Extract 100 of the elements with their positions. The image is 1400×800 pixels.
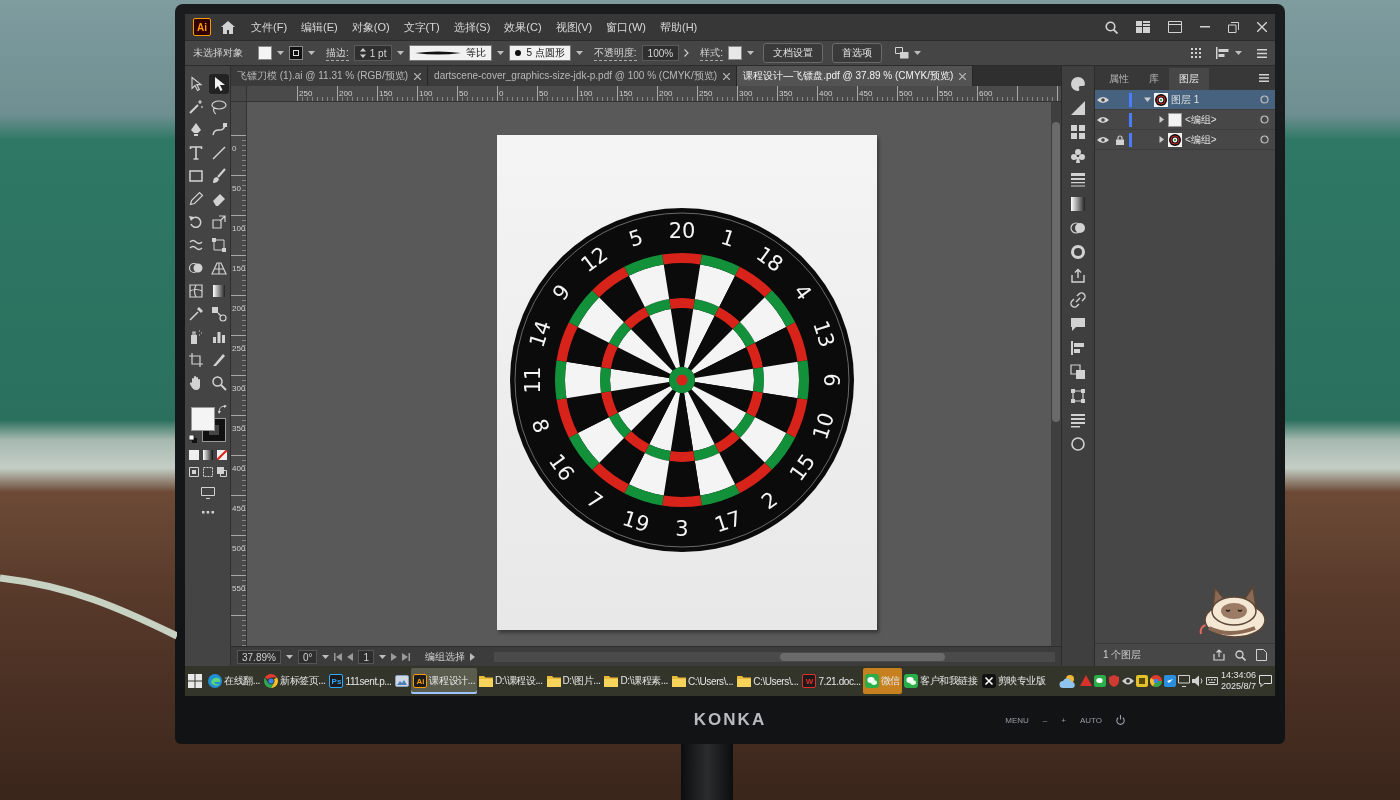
taskbar-button[interactable]: D:\图片... — [544, 668, 603, 694]
three-dots-icon[interactable] — [201, 511, 214, 514]
taskbar-button[interactable]: 客户和我链接 — [901, 668, 980, 694]
slice-icon[interactable] — [211, 352, 227, 368]
layer-row[interactable]: <编组> — [1095, 130, 1275, 150]
close-icon[interactable] — [723, 72, 731, 80]
stroke-lines-icon[interactable] — [1070, 172, 1086, 188]
caret-icon[interactable] — [1144, 96, 1151, 103]
square-in-square-icon[interactable] — [216, 467, 227, 477]
export-arrow-icon[interactable] — [1070, 268, 1086, 284]
previous-icon[interactable] — [347, 652, 354, 661]
keyboard-icon[interactable] — [1205, 675, 1218, 687]
caret-icon[interactable] — [1158, 136, 1165, 143]
mesh-icon[interactable] — [188, 283, 204, 299]
free-transform-icon[interactable] — [211, 237, 227, 253]
scrollbar-thumb[interactable] — [1052, 122, 1060, 422]
document-tab[interactable]: 课程设计—飞镖盘.pdf @ 37.89 % (CMYK/预览) — [737, 66, 974, 86]
default-colors-icon[interactable] — [188, 435, 197, 443]
perspective-grid-icon[interactable] — [211, 260, 227, 276]
home-icon[interactable] — [221, 20, 235, 34]
scale-icon[interactable] — [211, 214, 227, 230]
document-tab[interactable]: dartscene-cover_graphics-size-jdk-p.pdf @ 100 % (CMYK/预览) — [428, 66, 738, 86]
blend-icon[interactable] — [211, 306, 227, 322]
close-icon[interactable] — [1257, 22, 1267, 32]
magnifier-icon[interactable] — [1235, 649, 1246, 661]
stacked-squares-icon[interactable] — [894, 47, 909, 59]
chevron-icon[interactable] — [684, 49, 690, 57]
square-tile-icon[interactable] — [1163, 675, 1176, 687]
taskbar-button[interactable]: 新标签页... — [261, 668, 328, 694]
lock-icon[interactable] — [1116, 134, 1124, 145]
zoom-field[interactable]: 37.89% — [237, 649, 281, 664]
close-icon[interactable] — [959, 72, 967, 80]
solid-fill-icon[interactable] — [188, 450, 199, 460]
taskbar-button[interactable]: W 7.21.doc... — [800, 668, 863, 694]
dot-grid-icon[interactable] — [1191, 48, 1201, 58]
first-page-icon[interactable] — [334, 652, 343, 661]
menu-item[interactable]: 编辑(E) — [295, 17, 344, 37]
rectangle-icon[interactable] — [188, 168, 204, 184]
overlap-circles-icon[interactable] — [1070, 220, 1086, 236]
eye-icon[interactable] — [1121, 675, 1134, 687]
brush-dropdown[interactable]: 5 点圆形 — [509, 45, 571, 61]
monitor-icon[interactable] — [1177, 675, 1190, 687]
last-page-icon[interactable] — [402, 652, 411, 661]
taskbar-button[interactable]: 在线翻... — [206, 668, 262, 694]
palette-icon[interactable] — [1070, 76, 1086, 92]
play-icon[interactable] — [470, 652, 476, 661]
spray-icon[interactable] — [188, 329, 204, 345]
dashed-square-icon[interactable] — [202, 467, 213, 477]
clock-time[interactable]: 14:34:06 — [1220, 670, 1256, 681]
style-swatch[interactable] — [727, 46, 742, 60]
restore-icon[interactable] — [1228, 21, 1239, 33]
menu-item[interactable]: 文件(F) — [245, 17, 294, 37]
layer-row[interactable]: <编组> — [1095, 110, 1275, 130]
magic-wand-icon[interactable] — [188, 99, 204, 115]
gradient-swatch-icon[interactable] — [211, 283, 227, 299]
eye-icon[interactable] — [1097, 95, 1109, 104]
chain-link-icon[interactable] — [1070, 292, 1086, 308]
rotate-icon[interactable] — [188, 214, 204, 230]
monitor-icon[interactable] — [200, 487, 215, 499]
cloud-sun-icon[interactable] — [1058, 674, 1077, 688]
fill-swatch[interactable] — [258, 46, 272, 60]
bar-graph-icon[interactable] — [211, 329, 227, 345]
taskbar-button[interactable]: D:\课程设... — [477, 668, 545, 694]
stroke-weight-field[interactable]: 1 pt — [353, 45, 393, 61]
paragraph-lines-icon[interactable] — [1070, 412, 1086, 428]
circle-outline-icon[interactable] — [1070, 436, 1086, 452]
warp-icon[interactable] — [188, 237, 204, 253]
circle-segments-icon[interactable] — [1149, 675, 1162, 687]
shape-builder-icon[interactable] — [188, 260, 204, 276]
taskbar-button[interactable]: Ai 课程设计... — [411, 668, 477, 694]
menu-item[interactable]: 视图(V) — [549, 17, 599, 37]
taskbar-button[interactable]: Ps 111sent.p... — [327, 668, 394, 694]
clock-date[interactable]: 2025/8/7 — [1220, 681, 1256, 692]
new-page-icon[interactable] — [1256, 649, 1267, 661]
half-triangle-icon[interactable] — [1070, 100, 1086, 116]
search-icon[interactable] — [1105, 20, 1118, 34]
menu-item[interactable]: 对象(O) — [345, 17, 396, 37]
taskbar-button[interactable]: C:\Users\... — [735, 668, 801, 694]
export-arrow-icon[interactable] — [1213, 649, 1225, 661]
document-tab[interactable]: 飞镖刀模 (1).ai @ 11.31 % (RGB/预览) — [231, 66, 429, 86]
club-icon[interactable] — [1070, 148, 1086, 164]
speech-bubble-icon[interactable] — [1070, 316, 1086, 332]
stroke-profile-dropdown[interactable]: 等比 — [409, 45, 493, 61]
no-fill-icon[interactable] — [216, 450, 227, 460]
menu-item[interactable]: 帮助(H) — [654, 17, 704, 37]
align-bars-icon[interactable] — [1070, 340, 1086, 356]
scrollbar-thumb[interactable] — [780, 652, 946, 661]
transform-icon[interactable] — [1070, 388, 1086, 404]
stroke-link[interactable]: 描边: — [326, 45, 349, 61]
taskbar-button[interactable]: 剪映专业版 — [979, 668, 1048, 694]
caret-icon[interactable] — [1158, 116, 1165, 123]
eraser-icon[interactable] — [211, 191, 227, 207]
layer-row[interactable]: 图层 1 — [1095, 90, 1275, 110]
align-left-icon[interactable] — [1216, 47, 1230, 59]
close-icon[interactable] — [414, 72, 422, 80]
artboard-field[interactable]: 1 — [358, 649, 375, 664]
eye-icon[interactable] — [1097, 135, 1109, 144]
chat-bubbles-icon[interactable] — [1093, 675, 1106, 687]
menu-item[interactable]: 文字(T) — [397, 17, 446, 37]
swatch-grid-icon[interactable] — [1070, 124, 1086, 140]
